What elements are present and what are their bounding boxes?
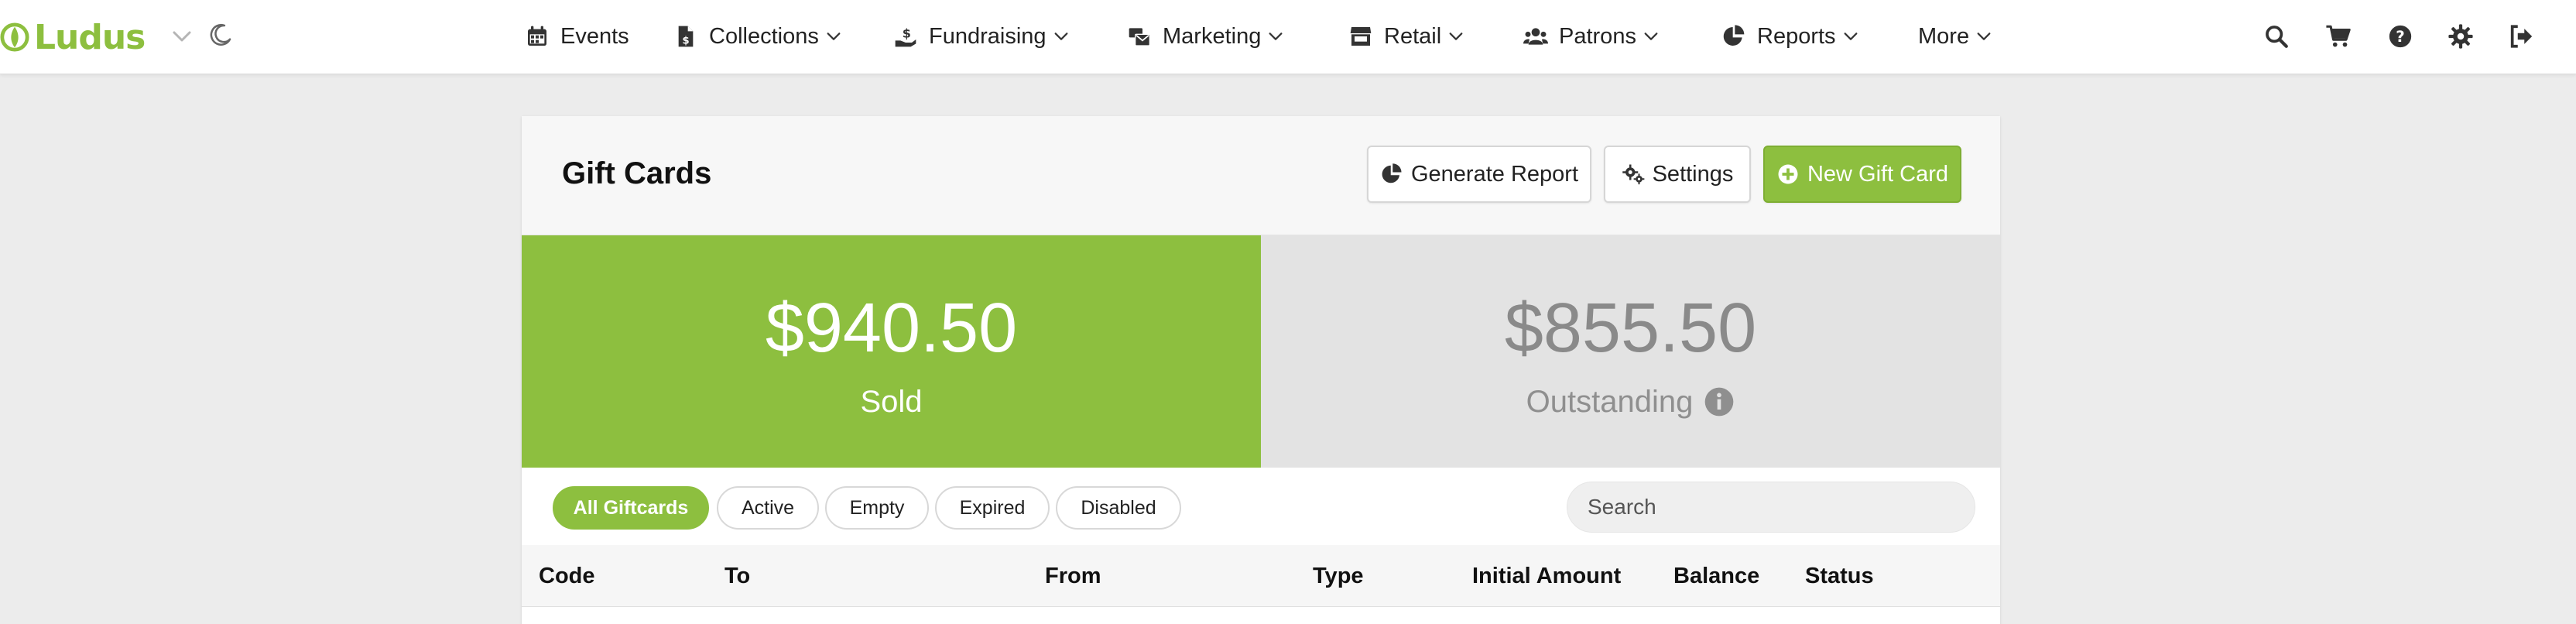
nav-label-marketing: Marketing	[1163, 23, 1262, 49]
info-icon[interactable]	[1704, 386, 1735, 417]
gear-icon[interactable]	[2446, 19, 2475, 54]
gears-icon	[1622, 164, 1644, 185]
chevron-down-icon	[1054, 33, 1067, 40]
calendar-icon	[528, 26, 546, 46]
filter-pill-active[interactable]: Active	[717, 486, 819, 530]
pie-chart-icon	[1382, 163, 1402, 183]
filter-pill-expired[interactable]: Expired	[935, 486, 1050, 530]
filter-pill-disabled[interactable]: Disabled	[1056, 486, 1181, 530]
search-icon[interactable]	[2262, 19, 2291, 54]
dark-mode-moon-icon[interactable]	[207, 22, 234, 48]
chevron-down-icon[interactable]	[170, 25, 194, 48]
sold-label: Sold	[860, 384, 923, 419]
nav-item-patrons[interactable]: Patrons	[1523, 19, 1660, 54]
nav-item-events[interactable]: Events	[525, 19, 629, 54]
panel-header: Gift Cards Generate Report Settings New …	[522, 116, 2000, 235]
svg-text:?: ?	[2396, 28, 2405, 46]
sold-amount: $940.50	[765, 289, 1018, 367]
filter-pill-empty[interactable]: Empty	[825, 486, 929, 530]
nav-label-retail: Retail	[1384, 23, 1442, 49]
new-gift-card-button[interactable]: New Gift Card	[1763, 146, 1961, 203]
nav-label-events: Events	[560, 23, 629, 49]
table-header-row: Code To From Type Initial Amount Balance…	[522, 545, 2000, 607]
nav-item-retail[interactable]: Retail	[1348, 19, 1464, 54]
column-header-code[interactable]: Code	[539, 564, 595, 589]
ludus-logo[interactable]: Ludus	[0, 12, 146, 62]
column-header-status[interactable]: Status	[1805, 564, 1874, 589]
document-dollar-icon: $	[678, 26, 694, 47]
new-gift-card-label: New Gift Card	[1807, 161, 1949, 187]
filter-bar: All Giftcards Active Empty Expired Disab…	[522, 468, 2000, 545]
column-header-from[interactable]: From	[1045, 564, 1101, 589]
mail-bulk-icon	[1129, 28, 1150, 46]
column-header-type[interactable]: Type	[1313, 564, 1364, 589]
settings-button[interactable]: Settings	[1604, 146, 1751, 203]
top-navbar: Ludus Events $ Collections $ Fundraising…	[0, 0, 2576, 74]
outstanding-stat-tile: $855.50 Outstanding	[1261, 235, 2000, 468]
svg-text:$: $	[682, 35, 689, 46]
outstanding-amount: $855.50	[1504, 289, 1757, 367]
outstanding-label: Outstanding	[1526, 384, 1694, 419]
nav-label-more: More	[1918, 23, 1970, 49]
pie-chart-icon	[1723, 25, 1745, 46]
settings-label: Settings	[1652, 161, 1734, 187]
nav-label-reports: Reports	[1757, 23, 1836, 49]
ludus-logo-mark-icon	[0, 22, 29, 52]
column-header-initial-amount[interactable]: Initial Amount	[1472, 564, 1621, 589]
users-icon	[1523, 28, 1548, 45]
help-icon[interactable]: ?	[2386, 19, 2415, 54]
nav-item-reports[interactable]: Reports	[1721, 19, 1859, 54]
page-title: Gift Cards	[562, 156, 712, 190]
search-input[interactable]	[1567, 482, 1975, 533]
app-name: Ludus	[34, 17, 146, 57]
nav-item-more[interactable]: More	[1918, 19, 1992, 54]
logout-icon[interactable]	[2506, 19, 2536, 54]
gift-cards-panel: Gift Cards Generate Report Settings New …	[522, 116, 2000, 624]
outstanding-label-row: Outstanding	[1526, 385, 1735, 420]
nav-item-marketing[interactable]: Marketing	[1127, 19, 1284, 54]
nav-item-fundraising[interactable]: $ Fundraising	[893, 19, 1070, 54]
chevron-down-icon	[1844, 33, 1857, 40]
nav-label-fundraising: Fundraising	[929, 23, 1046, 49]
chevron-down-icon	[1977, 33, 1991, 40]
nav-label-collections: Collections	[709, 23, 819, 49]
nav-item-collections[interactable]: $ Collections	[673, 19, 842, 54]
column-header-balance[interactable]: Balance	[1673, 564, 1759, 589]
chevron-down-icon	[1644, 33, 1658, 40]
sold-stat-tile: $940.50 Sold	[522, 235, 1261, 468]
plus-circle-icon	[1778, 164, 1798, 184]
generate-report-button[interactable]: Generate Report	[1367, 146, 1591, 203]
hand-dollar-icon: $	[895, 26, 916, 47]
chevron-down-icon	[1449, 33, 1463, 40]
chevron-down-icon	[827, 33, 841, 40]
cart-icon[interactable]	[2324, 19, 2353, 54]
column-header-to[interactable]: To	[724, 564, 750, 589]
generate-report-label: Generate Report	[1410, 161, 1578, 187]
svg-text:$: $	[903, 26, 911, 40]
filter-pill-all-giftcards[interactable]: All Giftcards	[553, 486, 709, 530]
chevron-down-icon	[1269, 33, 1283, 40]
store-icon	[1350, 27, 1372, 46]
nav-label-patrons: Patrons	[1559, 23, 1636, 49]
